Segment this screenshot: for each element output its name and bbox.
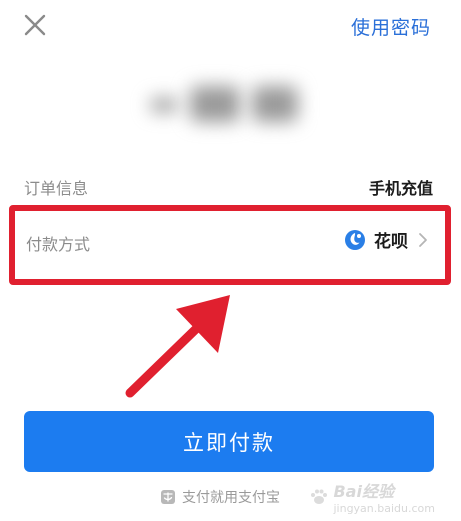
watermark-subtext: jingyan.baidu.com — [333, 502, 435, 515]
footer-note: 支付就用支付宝 — [160, 487, 280, 507]
watermark: Bai经验 jingyan.baidu.com — [309, 478, 435, 515]
payment-method-name: 花呗 — [374, 232, 408, 252]
chevron-right-icon — [419, 232, 427, 247]
order-info-value: 手机充值 — [368, 179, 433, 198]
huabei-icon — [345, 229, 365, 250]
shield-icon — [161, 490, 175, 504]
payment-method-selector[interactable]: 花呗 — [344, 227, 430, 252]
close-icon — [24, 14, 46, 36]
payment-method-row[interactable]: 付款方式 花呗 — [12, 207, 450, 283]
payment-sheet: 使用密码 订单信息 手机充值 付款方式 花呗 立即付款 支付就用支付宝 Bai经… — [0, 0, 461, 521]
close-button[interactable] — [22, 12, 48, 38]
arrow-annotation — [125, 295, 230, 398]
use-password-link[interactable]: 使用密码 — [351, 13, 431, 40]
footer-text: 支付就用支付宝 — [182, 490, 280, 506]
watermark-text: Bai经验 — [333, 482, 394, 501]
order-info-label: 订单信息 — [24, 179, 89, 198]
pay-now-button[interactable]: 立即付款 — [24, 411, 434, 472]
paw-icon — [311, 489, 328, 504]
payment-amount — [140, 76, 310, 130]
payment-method-label: 付款方式 — [26, 235, 91, 254]
